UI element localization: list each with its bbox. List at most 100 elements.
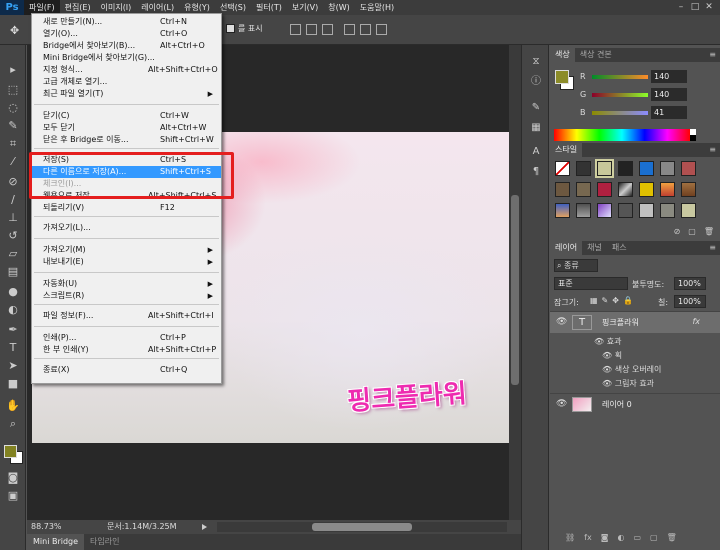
- tab-paths[interactable]: 패스: [607, 241, 632, 255]
- rectangle-tool-icon[interactable]: ■: [6, 377, 20, 391]
- dodge-tool-icon[interactable]: ◐: [6, 303, 20, 317]
- style-swatch[interactable]: [681, 203, 696, 218]
- zoom-level[interactable]: 88.73%: [31, 520, 62, 534]
- link-layers-icon[interactable]: ⛓: [565, 531, 575, 545]
- file-menu-item[interactable]: 스크립트(R) ▶: [32, 290, 221, 302]
- horizontal-scroll-thumb[interactable]: [312, 523, 412, 531]
- style-swatch[interactable]: [597, 203, 612, 218]
- foreground-color-swatch[interactable]: [4, 445, 17, 458]
- layer-row[interactable]: 👁 레이어 0: [550, 393, 720, 415]
- panel-menu-icon[interactable]: ≡: [709, 241, 716, 255]
- add-mask-icon[interactable]: ◙: [601, 531, 609, 545]
- effect-item[interactable]: 👁 획: [602, 350, 622, 362]
- healing-brush-tool-icon[interactable]: ⊘: [6, 175, 20, 189]
- style-swatch[interactable]: [618, 161, 633, 176]
- gradient-tool-icon[interactable]: ▤: [6, 265, 20, 279]
- new-group-icon[interactable]: ▭: [633, 531, 641, 545]
- style-swatch[interactable]: [555, 203, 570, 218]
- clone-stamp-tool-icon[interactable]: ⊥: [6, 211, 20, 225]
- fx-icon[interactable]: fx: [692, 317, 700, 326]
- file-menu-item[interactable]: Mini Bridge에서 찾아보기(G)...: [32, 52, 221, 64]
- style-swatch[interactable]: [576, 203, 591, 218]
- fill-field[interactable]: 100%: [674, 295, 706, 308]
- file-menu-item[interactable]: 내보내기(E) ▶: [32, 256, 221, 268]
- layer-filter-select[interactable]: ⌕ 종류: [554, 259, 598, 272]
- style-swatch[interactable]: [618, 203, 633, 218]
- status-menu-arrow-icon[interactable]: [202, 524, 207, 530]
- layer-row[interactable]: 👁 T 핑크플라워 fx: [550, 311, 720, 333]
- style-swatch[interactable]: [639, 182, 654, 197]
- show-transform-checkbox[interactable]: [226, 24, 235, 33]
- align-bottom-icon[interactable]: [322, 24, 333, 35]
- file-menu-item[interactable]: 새로 만들기(N)... Ctrl+N: [32, 16, 221, 28]
- align-right-icon[interactable]: [376, 24, 387, 35]
- style-swatch[interactable]: [639, 161, 654, 176]
- color-spectrum-ramp[interactable]: [554, 129, 690, 141]
- screen-mode-icon[interactable]: ▣: [6, 489, 20, 503]
- brush-panel-icon[interactable]: ✎: [529, 101, 543, 115]
- clear-style-icon[interactable]: ⊘: [674, 227, 681, 239]
- quick-mask-icon[interactable]: ◙: [6, 471, 20, 485]
- file-menu-item[interactable]: 닫기(C) Ctrl+W: [32, 110, 221, 122]
- vertical-scroll-thumb[interactable]: [511, 195, 519, 385]
- move-tool-icon[interactable]: ✥: [10, 24, 22, 37]
- style-swatch[interactable]: [618, 182, 633, 197]
- file-menu-item[interactable]: 가져오기(L)...: [32, 222, 221, 234]
- panel-menu-icon[interactable]: ≡: [709, 143, 716, 157]
- tab-channels[interactable]: 채널: [582, 241, 607, 255]
- minimize-button[interactable]: –: [674, 0, 688, 15]
- style-swatch[interactable]: [681, 182, 696, 197]
- lock-icons[interactable]: ▦✎✥🔒: [590, 296, 637, 305]
- eye-icon[interactable]: 👁: [594, 337, 604, 346]
- style-swatch[interactable]: [660, 203, 675, 218]
- brush-presets-panel-icon[interactable]: ▦: [529, 121, 543, 135]
- paragraph-panel-icon[interactable]: ¶: [529, 165, 543, 179]
- eraser-tool-icon[interactable]: ▱: [6, 247, 20, 261]
- eye-icon[interactable]: 👁: [556, 317, 567, 327]
- file-menu-item[interactable]: 되돌리기(V) F12: [32, 202, 221, 214]
- hand-tool-icon[interactable]: ✋: [6, 399, 20, 413]
- file-menu-item[interactable]: 모두 닫기 Alt+Ctrl+W: [32, 122, 221, 134]
- tab-mini-bridge[interactable]: Mini Bridge: [27, 534, 85, 550]
- file-menu-item[interactable]: 인쇄(P)... Ctrl+P: [32, 332, 221, 344]
- align-middle-icon[interactable]: [306, 24, 317, 35]
- maximize-button[interactable]: □: [688, 0, 702, 15]
- align-center-icon[interactable]: [360, 24, 371, 35]
- file-menu-item[interactable]: 지정 형식... Alt+Shift+Ctrl+O: [32, 64, 221, 76]
- vertical-scrollbar[interactable]: [509, 45, 521, 520]
- red-slider[interactable]: [592, 75, 648, 79]
- style-swatch[interactable]: [555, 182, 570, 197]
- black-white-ramp[interactable]: [690, 129, 696, 141]
- file-menu-item[interactable]: Bridge에서 찾아보기(B)... Alt+Ctrl+O: [32, 40, 221, 52]
- green-value-field[interactable]: 140: [651, 88, 687, 101]
- file-menu-item[interactable]: 최근 파일 열기(T) ▶: [32, 88, 221, 100]
- file-menu-item[interactable]: 닫은 후 Bridge로 이동... Shift+Ctrl+W: [32, 134, 221, 146]
- eye-icon[interactable]: 👁: [602, 365, 612, 374]
- style-swatch[interactable]: [597, 182, 612, 197]
- file-menu-item[interactable]: 고급 개체로 열기...: [32, 76, 221, 88]
- file-menu-item[interactable]: 종료(X) Ctrl+Q: [32, 364, 221, 376]
- style-swatch[interactable]: [681, 161, 696, 176]
- quick-select-tool-icon[interactable]: ✎: [6, 119, 20, 133]
- adjustment-layer-icon[interactable]: ◐: [617, 531, 624, 545]
- style-swatch[interactable]: [660, 161, 675, 176]
- character-panel-icon[interactable]: A: [529, 145, 543, 159]
- zoom-tool-icon[interactable]: ⌕: [6, 417, 20, 431]
- lasso-tool-icon[interactable]: ◌: [6, 101, 20, 115]
- type-tool-icon[interactable]: T: [6, 341, 20, 355]
- style-swatch[interactable]: [555, 161, 570, 176]
- menu-help[interactable]: 도움말(H): [355, 0, 399, 15]
- move-tool-icon[interactable]: ▸: [6, 63, 20, 77]
- style-swatch[interactable]: [595, 159, 614, 178]
- color-panel-foreground-swatch[interactable]: [555, 70, 569, 84]
- blue-value-field[interactable]: 41: [651, 106, 687, 119]
- file-menu-item[interactable]: 자동화(U) ▶: [32, 278, 221, 290]
- properties-panel-icon[interactable]: ⓘ: [529, 75, 543, 89]
- crop-tool-icon[interactable]: ⌗: [6, 137, 20, 151]
- file-menu-item[interactable]: 열기(O)... Ctrl+O: [32, 28, 221, 40]
- opacity-field[interactable]: 100%: [674, 277, 706, 290]
- green-slider[interactable]: [592, 93, 648, 97]
- show-transform-controls[interactable]: 를 표시: [226, 23, 263, 34]
- menu-window[interactable]: 창(W): [323, 0, 355, 15]
- style-swatch[interactable]: [639, 203, 654, 218]
